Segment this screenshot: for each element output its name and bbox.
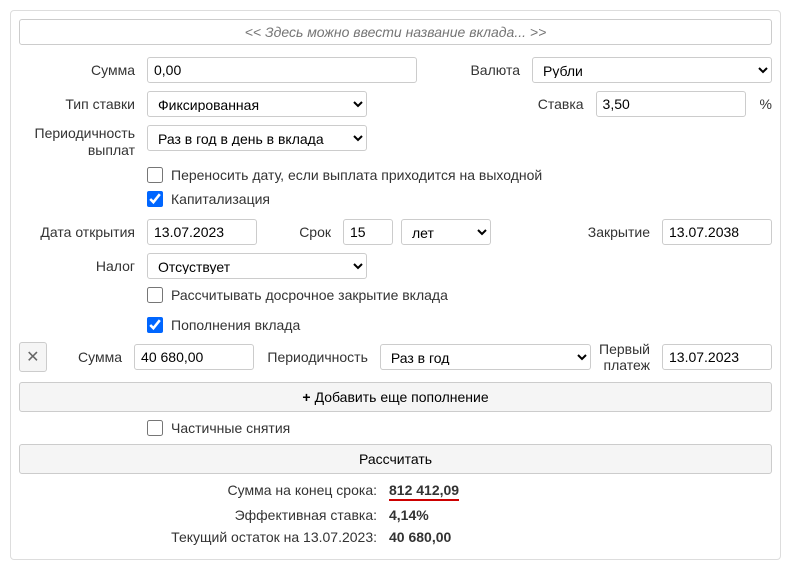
eff-rate-label: Эффективная ставка: (19, 507, 389, 523)
refills-checkbox[interactable] (147, 317, 163, 333)
payout-freq-label: Периодичность выплат (19, 125, 139, 159)
end-amount-value: 812 412,09 (389, 482, 459, 501)
rate-type-label: Тип ставки (19, 96, 139, 112)
first-payment-input[interactable] (662, 344, 772, 370)
capitalization-checkbox[interactable] (147, 191, 163, 207)
rate-label: Ставка (528, 96, 588, 112)
open-date-label: Дата открытия (19, 224, 139, 240)
early-close-label: Рассчитывать досрочное закрытие вклада (171, 287, 448, 303)
currency-label: Валюта (464, 62, 524, 78)
current-balance-value: 40 680,00 (389, 529, 451, 545)
withdrawals-checkbox[interactable] (147, 420, 163, 436)
rate-pct-sign: % (760, 96, 772, 112)
close-date-label: Закрытие (574, 224, 654, 240)
refill-amount-input[interactable] (134, 344, 254, 370)
add-refill-button[interactable]: + Добавить еще пополнение (19, 382, 772, 412)
end-amount-label: Сумма на конец срока: (19, 482, 389, 498)
calculate-button[interactable]: Рассчитать (19, 444, 772, 474)
currency-select[interactable]: Рубли (532, 57, 772, 83)
move-date-label: Переносить дату, если выплата приходится… (171, 167, 542, 183)
first-payment-label: Первый платеж (599, 341, 654, 375)
refill-amount-label: Сумма (55, 349, 127, 365)
move-date-checkbox[interactable] (147, 167, 163, 183)
plus-icon: + (302, 389, 310, 405)
refill-freq-select[interactable]: Раз в год (380, 344, 591, 370)
capitalization-label: Капитализация (171, 191, 270, 207)
tax-label: Налог (19, 258, 139, 274)
open-date-input[interactable] (147, 219, 257, 245)
withdrawals-label: Частичные снятия (171, 420, 290, 436)
amount-label: Сумма (19, 62, 139, 78)
refill-freq-label: Периодичность (262, 349, 372, 365)
term-label: Срок (285, 224, 335, 240)
eff-rate-value: 4,14% (389, 507, 429, 523)
deposit-form: Сумма Валюта Рубли Тип ставки Фиксирован… (10, 10, 781, 560)
amount-input[interactable] (147, 57, 417, 83)
current-balance-label: Текущий остаток на 13.07.2023: (19, 529, 389, 545)
remove-refill-button[interactable]: ✕ (19, 342, 47, 372)
tax-select[interactable]: Отсуствует (147, 253, 367, 279)
early-close-checkbox[interactable] (147, 287, 163, 303)
close-date-input[interactable] (662, 219, 772, 245)
close-icon: ✕ (26, 347, 39, 367)
rate-input[interactable] (596, 91, 746, 117)
refills-label: Пополнения вклада (171, 317, 300, 333)
term-unit-select[interactable]: лет (401, 219, 491, 245)
add-refill-label: Добавить еще пополнение (315, 389, 489, 405)
deposit-title-input[interactable] (19, 19, 772, 45)
term-input[interactable] (343, 219, 393, 245)
rate-type-select[interactable]: Фиксированная (147, 91, 367, 117)
payout-freq-select[interactable]: Раз в год в день в вклада (147, 125, 367, 151)
